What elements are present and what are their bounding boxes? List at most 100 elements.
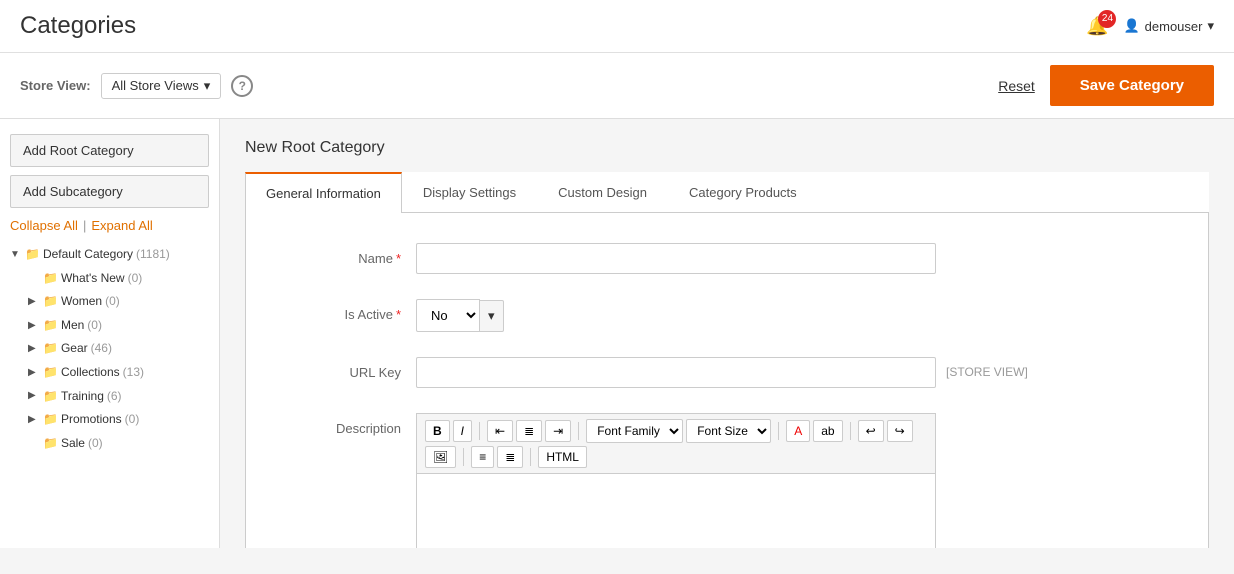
store-view-chevron-icon: ▾ <box>204 78 211 94</box>
html-button[interactable]: HTML <box>538 446 587 468</box>
collapse-all-link[interactable]: Collapse All <box>10 218 78 233</box>
tab-category-products[interactable]: Category Products <box>668 172 818 213</box>
is-active-arrow-icon[interactable]: ▾ <box>480 300 504 332</box>
redo-button[interactable]: ↪ <box>887 420 913 442</box>
font-family-select[interactable]: Font Family <box>586 419 683 443</box>
is-active-wrapper: No Yes ▾ <box>416 299 504 332</box>
store-view-note: [STORE VIEW] <box>946 357 1028 379</box>
name-required-indicator: * <box>396 251 401 266</box>
tree-node-training[interactable]: ▶ 📁 Training (6) <box>28 385 209 409</box>
italic-button[interactable]: I <box>453 420 472 442</box>
expand-all-link[interactable]: Expand All <box>91 218 152 233</box>
is-active-row: Is Active* No Yes ▾ <box>276 299 1178 332</box>
name-row: Name* <box>276 243 1178 274</box>
root-node-name: Default Category <box>43 244 133 266</box>
sale-count: (0) <box>88 433 103 455</box>
content-area: New Root Category General Information Di… <box>220 119 1234 548</box>
training-name: Training <box>61 386 104 408</box>
bold-button[interactable]: B <box>425 420 450 442</box>
women-name: Women <box>61 291 102 313</box>
tree-separator: | <box>83 218 86 233</box>
collections-folder-icon: 📁 <box>43 362 58 384</box>
tab-display[interactable]: Display Settings <box>402 172 537 213</box>
notification-bell[interactable]: 🔔 24 <box>1086 16 1108 37</box>
font-color-button[interactable]: A <box>786 420 810 442</box>
undo-button[interactable]: ↩ <box>858 420 884 442</box>
tab-general[interactable]: General Information <box>245 172 402 213</box>
root-node-count: (1181) <box>136 244 170 266</box>
section-title: New Root Category <box>245 139 1209 157</box>
tabs: General Information Display Settings Cus… <box>245 172 1209 213</box>
men-folder-icon: 📁 <box>43 315 58 337</box>
url-key-input[interactable] <box>416 357 936 388</box>
insert-image-button[interactable]: 🖼 <box>425 446 456 468</box>
tree-node-gear[interactable]: ▶ 📁 Gear (46) <box>28 337 209 361</box>
root-folder-icon: 📁 <box>25 244 40 266</box>
name-label: Name* <box>276 243 416 266</box>
sale-name: Sale <box>61 433 85 455</box>
unordered-list-button[interactable]: ≡ <box>471 446 494 468</box>
whats-new-folder-icon: 📁 <box>43 268 58 290</box>
notification-badge: 24 <box>1098 10 1116 28</box>
highlight-button[interactable]: ab <box>813 420 842 442</box>
tree-node-promotions[interactable]: ▶ 📁 Promotions (0) <box>28 408 209 432</box>
is-active-label: Is Active* <box>276 299 416 322</box>
tree-node-whats-new[interactable]: 📁 What's New (0) <box>28 267 209 291</box>
toolbar-separator-1 <box>479 422 480 440</box>
store-view-select[interactable]: All Store Views ▾ <box>101 73 222 99</box>
is-active-select[interactable]: No Yes <box>416 299 480 332</box>
ordered-list-button[interactable]: ≣ <box>497 446 523 468</box>
sidebar: Add Root Category Add Subcategory Collap… <box>0 119 220 548</box>
action-bar: Store View: All Store Views ▾ ? Reset Sa… <box>0 53 1234 119</box>
user-chevron-icon: ▾ <box>1207 18 1214 34</box>
tree-node-men[interactable]: ▶ 📁 Men (0) <box>28 314 209 338</box>
whats-new-count: (0) <box>128 268 143 290</box>
description-editor-body[interactable] <box>416 473 936 548</box>
store-view-value: All Store Views <box>112 78 199 93</box>
add-root-category-button[interactable]: Add Root Category <box>10 134 209 167</box>
align-center-button[interactable]: ≣ <box>516 420 542 442</box>
user-menu[interactable]: 👤 demouser ▾ <box>1123 18 1214 34</box>
tree-node-women[interactable]: ▶ 📁 Women (0) <box>28 290 209 314</box>
promotions-name: Promotions <box>61 409 122 431</box>
gear-count: (46) <box>91 338 112 360</box>
username: demouser <box>1145 19 1203 34</box>
gear-expand-icon: ▶ <box>28 340 40 358</box>
align-right-button[interactable]: ⇥ <box>545 420 571 442</box>
reset-button[interactable]: Reset <box>998 78 1035 94</box>
men-expand-icon: ▶ <box>28 317 40 335</box>
toolbar-separator-3 <box>778 422 779 440</box>
toolbar-separator-6 <box>530 448 531 466</box>
tree-node-root[interactable]: ▼ 📁 Default Category (1181) 📁 What's New… <box>10 243 209 455</box>
gear-folder-icon: 📁 <box>43 338 58 360</box>
training-count: (6) <box>107 386 122 408</box>
action-buttons: Reset Save Category <box>998 65 1214 106</box>
url-key-label: URL Key <box>276 357 416 380</box>
help-icon[interactable]: ? <box>231 75 253 97</box>
add-subcategory-button[interactable]: Add Subcategory <box>10 175 209 208</box>
men-count: (0) <box>87 315 102 337</box>
description-row: Description B I ⇤ ≣ ⇥ Font Family <box>276 413 1178 548</box>
women-count: (0) <box>105 291 120 313</box>
page-title: Categories <box>20 12 136 40</box>
tab-custom-design[interactable]: Custom Design <box>537 172 668 213</box>
promotions-folder-icon: 📁 <box>43 409 58 431</box>
promotions-expand-icon: ▶ <box>28 411 40 429</box>
whats-new-name: What's New <box>61 268 125 290</box>
women-folder-icon: 📁 <box>43 291 58 313</box>
description-label: Description <box>276 413 416 436</box>
editor-toolbar: B I ⇤ ≣ ⇥ Font Family Font Size <box>416 413 936 473</box>
tree-node-collections[interactable]: ▶ 📁 Collections (13) <box>28 361 209 385</box>
main-layout: Add Root Category Add Subcategory Collap… <box>0 119 1234 548</box>
men-name: Men <box>61 315 84 337</box>
name-input[interactable] <box>416 243 936 274</box>
tree-node-sale[interactable]: 📁 Sale (0) <box>28 432 209 456</box>
store-view-label: Store View: <box>20 78 91 93</box>
tree-controls: Collapse All | Expand All <box>10 218 209 233</box>
store-view-area: Store View: All Store Views ▾ ? <box>20 73 253 99</box>
save-category-button[interactable]: Save Category <box>1050 65 1214 106</box>
align-left-button[interactable]: ⇤ <box>487 420 513 442</box>
font-size-select[interactable]: Font Size <box>686 419 771 443</box>
user-icon: 👤 <box>1123 18 1139 34</box>
is-active-required-indicator: * <box>396 307 401 322</box>
